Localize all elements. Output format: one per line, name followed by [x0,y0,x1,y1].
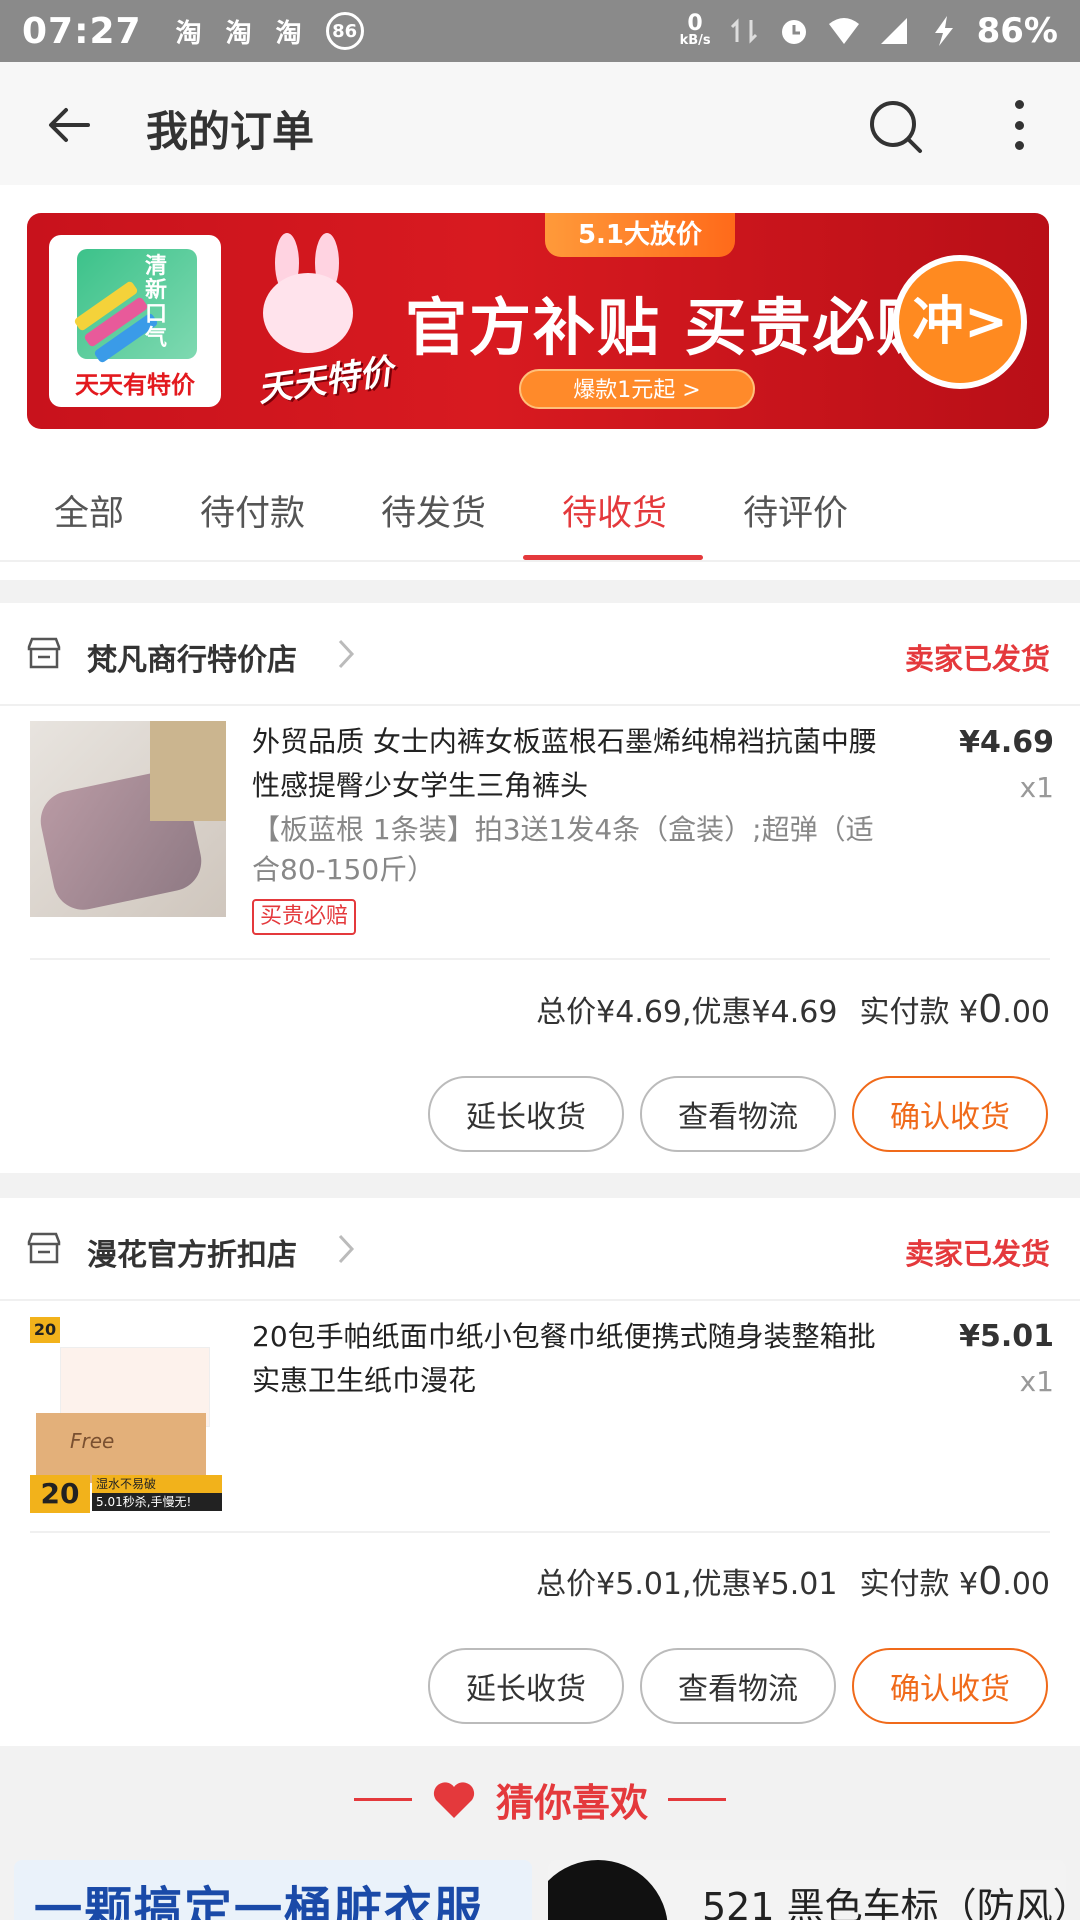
guarantee-badge: 买贵必赔 [252,899,357,935]
order-summary: 总价¥4.69,优惠¥4.69 [536,995,838,1030]
status-bar: 07:27 淘 淘 淘 86 0 kB/s 86% [0,0,1080,62]
order-summary: 总价¥5.01,优惠¥5.01 [536,1567,838,1602]
recommend-section: 猜你喜欢 一颗搞定一桶脏衣服 521 黑色车标（防风） [0,1750,1080,1920]
extend-receipt-button[interactable]: 延长收货 [428,1648,624,1724]
banner-pill[interactable]: 爆款1元起 > [519,369,755,409]
shop-name[interactable]: 梵凡商行特价店 [87,635,297,679]
product-quantity: x1 [1019,1365,1054,1398]
battery-percent: 86% [976,11,1058,51]
taobao-notification-icon: 淘 [175,18,202,49]
product-quantity: x1 [1019,771,1054,804]
tab-pending-review[interactable]: 待评价 [743,485,848,536]
shop-row[interactable]: 漫花官方折扣店 卖家已发货 [0,1198,1080,1301]
data-transfer-icon [730,18,757,44]
tissue-count-large: 20 [30,1475,90,1513]
search-icon[interactable] [866,97,926,157]
order-totals: 总价¥5.01,优惠¥5.01 实付款 ¥0.00 [536,1559,1050,1603]
banner-cta-button[interactable]: 冲> [893,255,1027,389]
status-time: 07:27 [22,10,142,52]
recommend-title: 猜你喜欢 [495,1781,648,1825]
paid-label: 实付款 [859,995,950,1030]
tissue-brand-text: Free [70,1429,115,1453]
paid-integer: 0 [978,987,1003,1031]
tab-all[interactable]: 全部 [54,485,124,536]
promo-card-text: 天天有特价 [75,371,195,399]
tabs-border [0,560,1080,562]
order-card: 梵凡商行特价店 卖家已发货 外贸品质 女士内裤女板蓝根石墨烯纯棉裆抗菌中腰性感提… [0,603,1080,1173]
order-status: 卖家已发货 [904,642,1050,676]
alarm-icon [781,20,806,44]
active-tab-indicator [523,555,703,560]
taobao-notification-icon: 淘 [225,18,252,49]
order-card: 漫花官方折扣店 卖家已发货 20 Free 湿水不易破 5.01秒杀,手慢无! … [0,1198,1080,1746]
shop-row[interactable]: 梵凡商行特价店 卖家已发货 [0,603,1080,706]
paid-amount: 实付款 ¥0.00 [859,987,1050,1031]
recommend-item-text: 一颗搞定一桶脏衣服 [34,1882,485,1920]
product-price: ¥4.69 [959,725,1054,760]
tissue-flash-sale-text: 5.01秒杀,手慢无! [92,1493,222,1511]
gum-pack-image: 清新口气 [73,249,197,364]
recommend-item[interactable]: 521 黑色车标（防风） [548,1860,1066,1920]
wifi-icon [828,18,859,44]
product-title[interactable]: 外贸品质 女士内裤女板蓝根石墨烯纯棉裆抗菌中腰性感提臀少女学生三角裤头 [252,720,892,808]
notification-icons: 淘 淘 淘 86 [176,12,364,50]
app-header: 我的订单 [0,62,1080,185]
paid-decimal: .00 [1002,995,1050,1030]
divider [30,1531,1050,1533]
net-speed: 0 kB/s [679,11,711,48]
promo-tag: 5.1大放价 [545,213,735,257]
paid-currency: ¥ [959,1567,979,1602]
page-title: 我的订单 [146,107,315,156]
recommend-header: 猜你喜欢 [0,1772,1080,1827]
product-thumbnail[interactable] [30,721,226,917]
order-totals: 总价¥4.69,优惠¥4.69 实付款 ¥0.00 [536,987,1050,1031]
view-logistics-button[interactable]: 查看物流 [640,1648,836,1724]
divider [30,958,1050,960]
paid-currency: ¥ [959,995,979,1030]
confirm-receipt-button[interactable]: 确认收货 [852,1076,1048,1152]
promo-product-card: 清新口气 天天有特价 [49,235,221,407]
charging-icon [934,16,953,46]
order-tabs: 全部 待付款 待发货 待收货 待评价 [0,465,1080,561]
order-status: 卖家已发货 [904,1237,1050,1271]
recommend-item[interactable]: 一颗搞定一桶脏衣服 [14,1860,532,1920]
tab-pending-payment[interactable]: 待付款 [200,485,305,536]
shop-name[interactable]: 漫花官方折扣店 [87,1230,297,1274]
tab-pending-shipment[interactable]: 待发货 [381,485,486,536]
taobao-notification-icon: 淘 [275,18,302,49]
product-title[interactable]: 20包手帕纸面巾纸小包餐巾纸便携式随身装整箱批实惠卫生纸巾漫花 [252,1315,892,1403]
divider-line [668,1798,726,1801]
tab-pending-receipt[interactable]: 待收货 [562,485,667,536]
divider-line [353,1798,412,1801]
product-sku: 【板蓝根 1条装】拍3送1发4条（盒装）;超弹（适合80-150斤） [252,813,874,886]
shop-icon [27,1232,61,1264]
product-image [548,1860,668,1920]
heart-icon [433,1781,475,1818]
banner-slogan: 官方补贴 买贵必赔 [405,291,941,364]
chevron-right-icon [338,1234,355,1264]
net-speed-unit: kB/s [679,33,711,48]
signal-icon [880,18,907,44]
paid-decimal: .00 [1002,1567,1050,1602]
product-price: ¥5.01 [959,1319,1054,1354]
gum-pack-text: 清新口气 [145,254,168,351]
paid-amount: 实付款 ¥0.00 [859,1559,1050,1603]
net-speed-value: 0 [687,11,703,36]
paid-integer: 0 [978,1559,1003,1603]
recommend-item-text: 521 黑色车标（防风） [702,1885,1066,1920]
notification-count-icon: 86 [325,12,364,50]
chevron-right-icon [338,639,355,669]
confirm-receipt-button[interactable]: 确认收货 [852,1648,1048,1724]
paid-label: 实付款 [859,1567,950,1602]
tissue-slogan-text: 湿水不易破 [92,1475,222,1493]
tissue-count-text: 20 [30,1317,60,1343]
more-options-icon[interactable] [1004,100,1034,150]
view-logistics-button[interactable]: 查看物流 [640,1076,836,1152]
back-arrow-icon[interactable] [44,100,94,150]
product-thumbnail[interactable]: 20 Free 湿水不易破 5.01秒杀,手慢无! 20 [30,1317,226,1513]
shop-icon [27,637,61,669]
promo-banner[interactable]: 清新口气 天天有特价 天天特价 5.1大放价 官方补贴 买贵必赔 爆款1元起 >… [27,213,1049,429]
extend-receipt-button[interactable]: 延长收货 [428,1076,624,1152]
